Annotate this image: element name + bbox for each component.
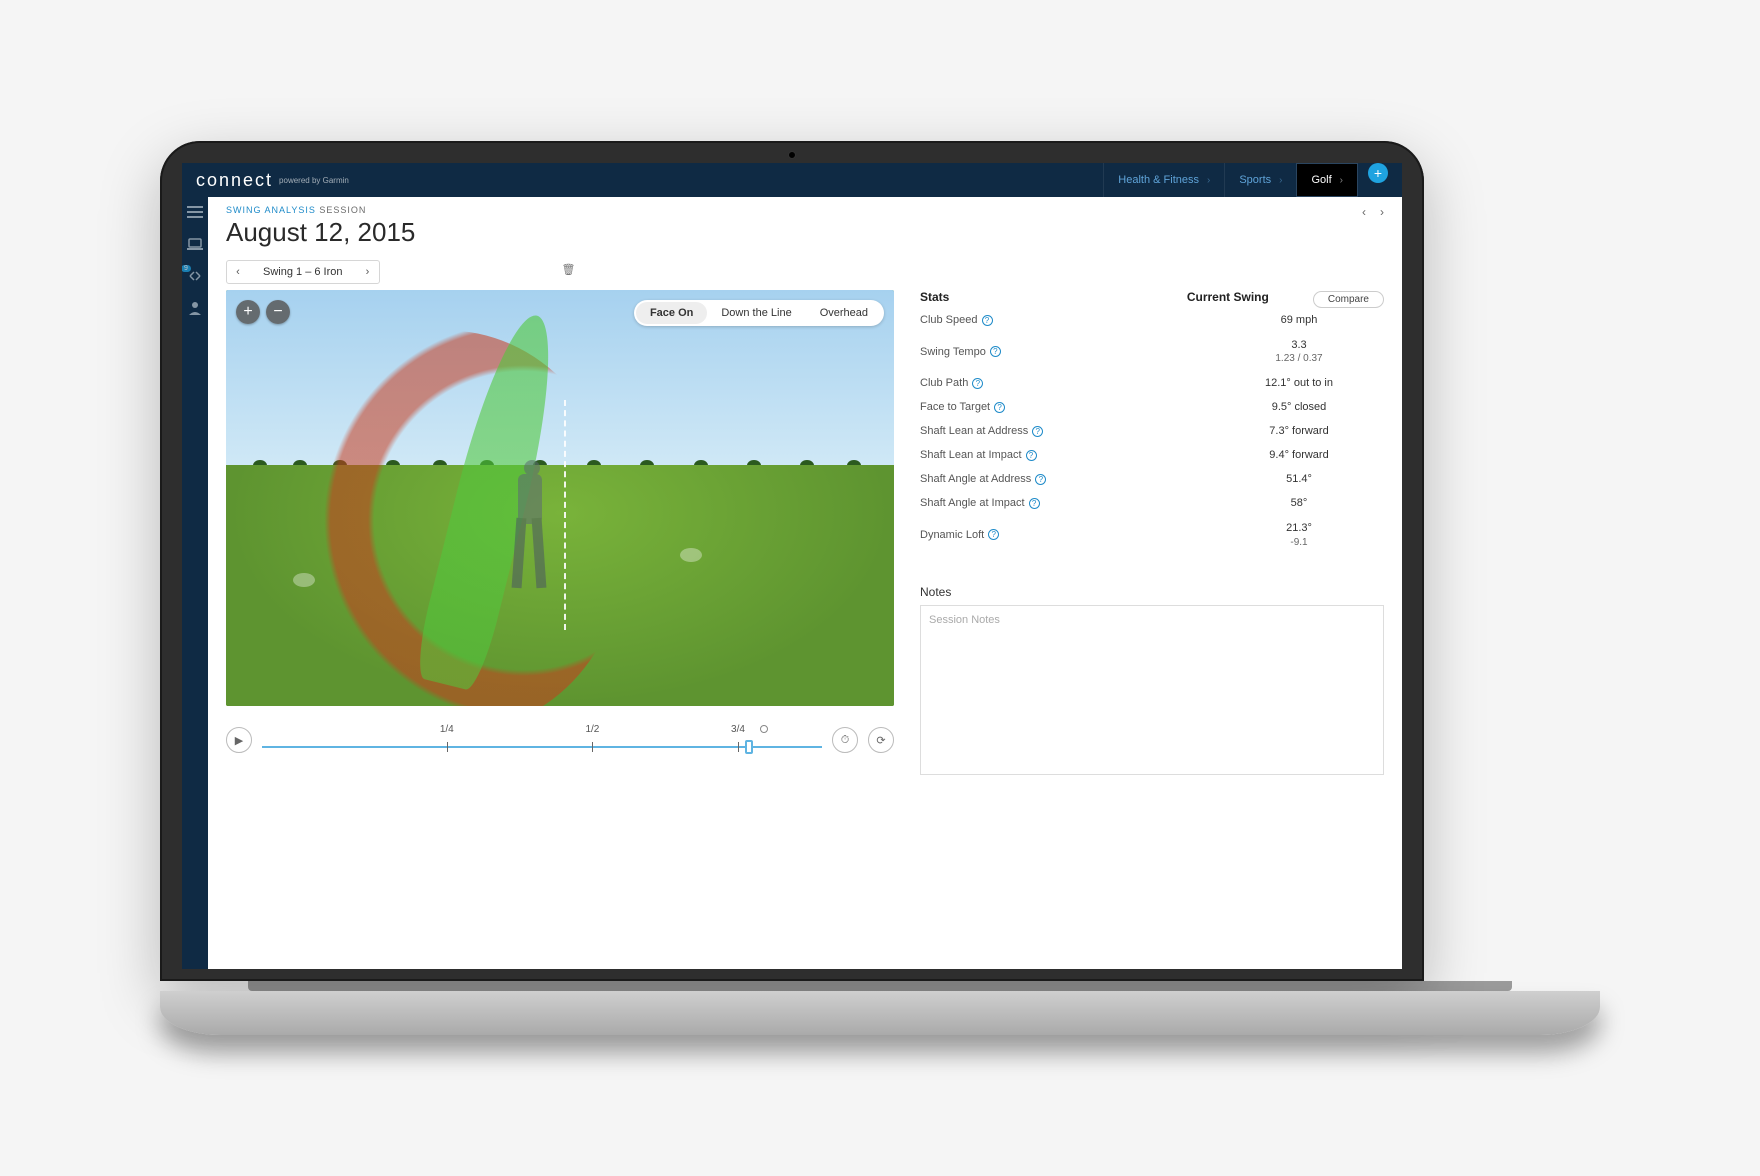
info-icon[interactable]: ? (972, 378, 983, 389)
nav-label: Health & Fitness (1118, 174, 1199, 186)
nav-sports[interactable]: Sports (1224, 163, 1296, 197)
nav-golf[interactable]: Golf (1296, 163, 1358, 197)
swing-selector-label: Swing 1 – 6 Iron (249, 266, 357, 278)
stat-value: 69 mph (1214, 314, 1384, 326)
stat-label: Shaft Lean at Impact (920, 449, 1022, 461)
stat-row: Shaft Lean at Impact ? 9.4° forward (920, 443, 1384, 467)
brand-subtitle: powered by Garmin (279, 176, 349, 185)
menu-icon[interactable] (187, 205, 203, 219)
stat-subvalue: -9.1 (1290, 536, 1307, 549)
speed-button[interactable]: ⏱ (832, 727, 858, 753)
stats-column-header: Current Swing (1143, 290, 1313, 304)
stat-value: 7.3° forward (1214, 425, 1384, 437)
nav-label: Sports (1239, 174, 1271, 186)
swing-selector: ‹ Swing 1 – 6 Iron › (226, 260, 380, 284)
stat-row: Shaft Angle at Impact ? 58° (920, 491, 1384, 515)
play-button[interactable]: ▶ (226, 727, 252, 753)
timeline-track[interactable]: 1/4 1/2 3/4 (262, 724, 822, 756)
stat-value: 12.1° out to in (1214, 377, 1384, 389)
swing-3d-view[interactable]: + − Face On Down the Line Overhead (226, 290, 894, 706)
stat-label: Shaft Angle at Impact (920, 497, 1025, 509)
info-icon[interactable]: ? (1026, 450, 1037, 461)
playback-timeline: ▶ 1/4 1/2 3/4 (226, 724, 894, 756)
info-icon[interactable]: ? (1035, 474, 1046, 485)
info-icon[interactable]: ? (982, 315, 993, 326)
timeline-label: 1/2 (585, 724, 599, 735)
golfer-figure (496, 460, 556, 620)
stat-subvalue: 1.23 / 0.37 (1275, 352, 1322, 365)
next-swing-button[interactable]: › (357, 266, 379, 278)
compare-button[interactable]: Compare (1313, 291, 1384, 308)
stat-label: Club Path (920, 377, 968, 389)
delete-icon[interactable]: 🗑 (562, 263, 576, 276)
stats-header: Stats (920, 290, 949, 304)
stat-row: Shaft Angle at Address ? 51.4° (920, 467, 1384, 491)
device-icon[interactable] (187, 237, 203, 251)
stat-row: Face to Target ? 9.5° closed (920, 395, 1384, 419)
stat-value: 51.4° (1214, 473, 1384, 485)
zoom-in-button[interactable]: + (236, 300, 260, 324)
stat-row: Shaft Lean at Address ? 7.3° forward (920, 419, 1384, 443)
info-icon[interactable]: ? (994, 402, 1005, 413)
timeline-label: 1/4 (440, 724, 454, 735)
timeline-label: 3/4 (731, 724, 745, 735)
stat-value: 21.3° (1286, 521, 1312, 535)
nav-label: Golf (1311, 174, 1331, 186)
webcam-icon (788, 151, 796, 159)
session-notes-input[interactable] (920, 605, 1384, 775)
stat-label: Swing Tempo (920, 346, 986, 358)
sync-icon[interactable]: 9 (187, 269, 203, 283)
stat-value: 9.5° closed (1214, 401, 1384, 413)
loop-button[interactable]: ⟳ (868, 727, 894, 753)
notes-label: Notes (920, 585, 1384, 599)
stat-row: Swing Tempo ? 3.31.23 / 0.37 (920, 332, 1384, 371)
tab-down-the-line[interactable]: Down the Line (707, 302, 805, 324)
brand-logo: connect (196, 170, 273, 191)
impact-marker-icon (760, 725, 768, 733)
stat-row: Club Speed ? 69 mph (920, 308, 1384, 332)
page-title: August 12, 2015 (226, 217, 1384, 248)
stat-value: 58° (1214, 497, 1384, 509)
view-angle-tabs: Face On Down the Line Overhead (634, 300, 884, 326)
info-icon[interactable]: ? (988, 529, 999, 540)
target-line (564, 400, 566, 630)
timeline-handle[interactable] (745, 740, 753, 754)
stat-value: 9.4° forward (1214, 449, 1384, 461)
stat-label: Club Speed (920, 314, 978, 326)
breadcrumb-type: SESSION (319, 205, 366, 215)
stat-label: Face to Target (920, 401, 990, 413)
info-icon[interactable]: ? (1032, 426, 1043, 437)
nav-health-fitness[interactable]: Health & Fitness (1103, 163, 1224, 197)
info-icon[interactable]: ? (1029, 498, 1040, 509)
top-bar: connect powered by Garmin Health & Fitne… (182, 163, 1402, 197)
next-session-button[interactable]: › (1380, 205, 1384, 219)
breadcrumb: SWING ANALYSIS SESSION (226, 205, 1384, 215)
stat-row: Club Path ? 12.1° out to in (920, 371, 1384, 395)
stat-label: Dynamic Loft (920, 529, 984, 541)
sidebar: 9 (182, 197, 208, 969)
prev-swing-button[interactable]: ‹ (227, 266, 249, 278)
tab-overhead[interactable]: Overhead (806, 302, 882, 324)
tab-face-on[interactable]: Face On (636, 302, 707, 324)
stat-value: 3.3 (1291, 338, 1306, 352)
breadcrumb-section: SWING ANALYSIS (226, 205, 316, 215)
info-icon[interactable]: ? (990, 346, 1001, 357)
add-button[interactable]: + (1368, 163, 1388, 183)
prev-session-button[interactable]: ‹ (1362, 205, 1366, 219)
stat-row: Dynamic Loft ? 21.3°-9.1 (920, 515, 1384, 554)
stat-label: Shaft Lean at Address (920, 425, 1028, 437)
zoom-out-button[interactable]: − (266, 300, 290, 324)
profile-icon[interactable] (187, 301, 203, 315)
stat-label: Shaft Angle at Address (920, 473, 1031, 485)
